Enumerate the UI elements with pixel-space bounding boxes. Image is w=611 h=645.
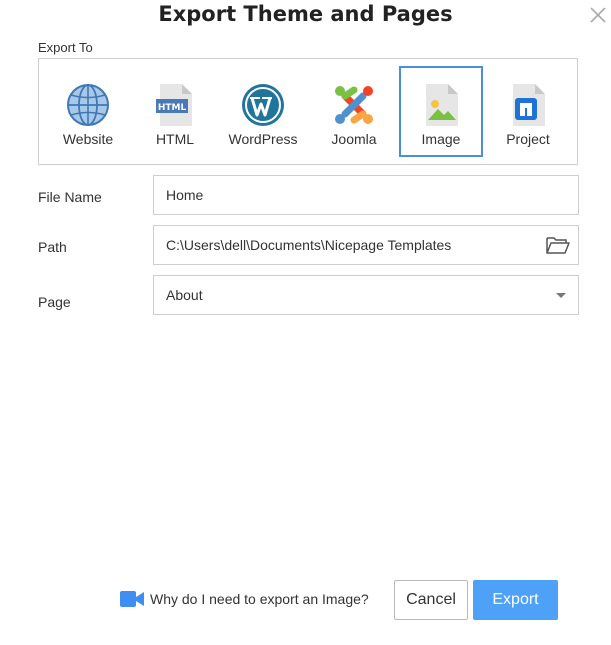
export-target-image[interactable]: Image [399,66,483,157]
file-name-label: File Name [38,189,102,205]
chevron-down-icon [556,293,566,298]
globe-icon [67,84,109,126]
export-target-project[interactable]: Project [486,66,570,157]
help-link-text: Why do I need to export an Image? [150,591,369,607]
wordpress-icon [242,84,284,126]
help-link[interactable]: Why do I need to export an Image? [120,590,369,608]
export-target-label: HTML [155,131,195,147]
cancel-button[interactable]: Cancel [394,580,468,620]
export-target-label: Joomla [331,131,377,147]
export-target-joomla[interactable]: Joomla [312,66,396,157]
page-label: Page [38,294,71,310]
joomla-icon [335,86,373,124]
export-target-html[interactable]: HTML HTML [133,66,217,157]
path-input[interactable]: C:\Users\dell\Documents\Nicepage Templat… [153,225,579,265]
image-file-icon [426,84,458,126]
file-name-input[interactable]: Home [153,175,579,215]
export-button[interactable]: Export [473,580,558,620]
page-select-value: About [166,287,203,303]
export-target-list: Website HTML HTML WordPress Joomla Image… [38,58,578,165]
export-to-label: Export To [38,40,93,55]
export-target-label: Website [62,131,114,147]
export-target-label: WordPress [228,131,298,147]
path-label: Path [38,239,67,255]
export-target-label: Image [421,131,461,147]
page-select[interactable]: About [153,275,579,315]
path-value: C:\Users\dell\Documents\Nicepage Templat… [166,237,452,253]
close-icon[interactable] [587,4,609,26]
svg-text:HTML: HTML [158,103,187,113]
export-target-wordpress[interactable]: WordPress [221,66,305,157]
html-file-icon: HTML [156,84,192,126]
export-target-website[interactable]: Website [46,66,130,157]
folder-open-icon[interactable] [546,235,570,255]
export-target-label: Project [506,131,550,147]
video-camera-icon [120,591,144,607]
nicepage-file-icon [513,84,545,126]
file-name-value: Home [166,187,204,203]
page-title: Export Theme and Pages [158,2,453,26]
